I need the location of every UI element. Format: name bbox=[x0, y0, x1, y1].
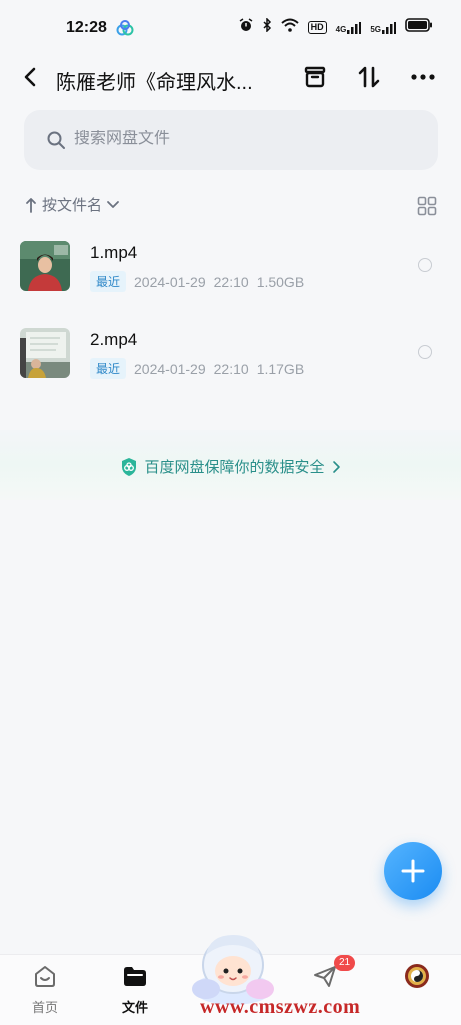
battery-icon bbox=[405, 18, 433, 37]
safety-link[interactable]: 百度网盘保障你的数据安全 bbox=[0, 456, 461, 477]
nav-item-profile[interactable] bbox=[382, 955, 452, 1025]
grid-view-icon bbox=[417, 196, 437, 216]
search-icon bbox=[47, 131, 65, 149]
file-size: 1.17GB bbox=[256, 360, 305, 377]
file-meta: 最近 2024-01-29 22:10 1.17GB bbox=[90, 358, 304, 379]
mascot-icon bbox=[192, 935, 274, 1005]
recent-badge: 最近 bbox=[90, 271, 127, 292]
file-time: 22:10 bbox=[213, 360, 249, 377]
add-button[interactable] bbox=[384, 842, 442, 900]
shield-icon bbox=[122, 457, 137, 476]
page-title: 陈雁老师《命理风水... bbox=[56, 72, 253, 94]
status-bar: 12:28 HD 4G 5G bbox=[0, 0, 461, 56]
chevron-down-icon bbox=[107, 200, 119, 208]
status-icons: HD 4G 5G bbox=[239, 17, 433, 37]
video-thumbnail bbox=[20, 241, 70, 291]
recent-badge: 最近 bbox=[90, 358, 127, 379]
nav-label-home: 首页 bbox=[31, 1000, 58, 1015]
sort-up-arrow-icon bbox=[26, 197, 36, 213]
select-radio[interactable] bbox=[418, 345, 432, 359]
bluetooth-icon bbox=[262, 17, 272, 37]
folder-icon bbox=[124, 967, 146, 986]
file-time: 22:10 bbox=[213, 273, 249, 290]
video-thumbnail bbox=[20, 328, 70, 378]
archive-button[interactable] bbox=[300, 62, 330, 92]
hd-icon: HD bbox=[307, 21, 327, 34]
nav-item-home[interactable]: 首页 bbox=[10, 955, 80, 1025]
net-label-1: 4G bbox=[335, 24, 347, 34]
select-radio[interactable] bbox=[418, 258, 432, 272]
net-label-2: 5G bbox=[370, 24, 381, 34]
safety-banner: 百度网盘保障你的数据安全 bbox=[0, 430, 461, 500]
watermark-text: www.cmszwz.com bbox=[200, 996, 361, 1018]
nav-item-files[interactable]: 文件 bbox=[100, 955, 170, 1025]
back-arrow-icon bbox=[24, 67, 36, 87]
search-box[interactable] bbox=[24, 110, 438, 170]
more-dots-icon bbox=[411, 74, 435, 80]
nav-label-files: 文件 bbox=[121, 1000, 148, 1015]
home-face-icon bbox=[35, 966, 55, 987]
baidu-netdisk-status-icon bbox=[116, 20, 134, 41]
grid-view-toggle[interactable] bbox=[417, 196, 437, 216]
file-row[interactable]: 1.mp4 最近 2024-01-29 22:10 1.50GB bbox=[0, 241, 461, 311]
back-button[interactable] bbox=[18, 64, 44, 90]
file-meta: 最近 2024-01-29 22:10 1.50GB bbox=[90, 271, 304, 292]
file-row[interactable]: 2.mp4 最近 2024-01-29 22:10 1.17GB bbox=[0, 328, 461, 398]
alarm-icon bbox=[239, 18, 253, 37]
more-button[interactable] bbox=[408, 62, 438, 92]
sort-label: 按文件名 bbox=[42, 197, 103, 214]
plus-icon bbox=[401, 859, 425, 883]
sort-arrows-icon bbox=[358, 66, 380, 88]
safety-text: 百度网盘保障你的数据安全 bbox=[144, 459, 325, 476]
signal-5g-icon: 5G bbox=[370, 21, 396, 34]
sort-order-button[interactable] bbox=[354, 62, 384, 92]
file-date: 2024-01-29 bbox=[134, 273, 206, 290]
header: 陈雁老师《命理风水... bbox=[0, 56, 461, 100]
notification-badge: 21 bbox=[334, 955, 356, 971]
status-time: 12:28 bbox=[66, 19, 107, 36]
file-name: 2.mp4 bbox=[90, 330, 138, 349]
search-input[interactable] bbox=[74, 130, 404, 148]
wifi-icon bbox=[280, 18, 299, 37]
chevron-right-icon bbox=[332, 460, 340, 473]
sort-selector[interactable]: 按文件名 bbox=[24, 194, 120, 215]
file-size: 1.50GB bbox=[256, 273, 305, 290]
signal-4g-icon: 4G bbox=[335, 21, 362, 34]
file-name: 1.mp4 bbox=[90, 243, 138, 262]
file-date: 2024-01-29 bbox=[134, 360, 206, 377]
avatar-icon bbox=[405, 964, 429, 988]
archive-box-icon bbox=[304, 66, 326, 88]
